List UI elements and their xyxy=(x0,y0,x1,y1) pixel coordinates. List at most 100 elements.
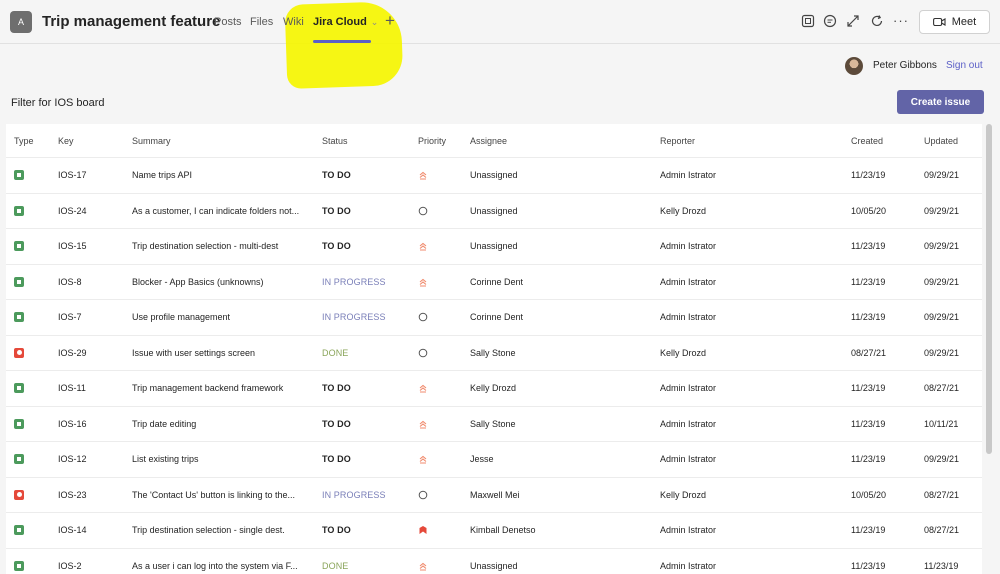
story-type-icon xyxy=(14,383,24,394)
table-row[interactable]: IOS-7 Use profile management IN PROGRESS Co… xyxy=(6,300,982,336)
issue-summary[interactable]: Trip management backend framework xyxy=(132,371,312,406)
issue-summary[interactable]: Blocker - App Basics (unknowns) xyxy=(132,265,312,300)
tab-posts[interactable]: Posts xyxy=(214,16,242,28)
table-row[interactable]: IOS-23 The 'Contact Us' button is linking… xyxy=(6,478,982,513)
table-row[interactable]: IOS-2 As a user i can log into the system… xyxy=(6,549,982,574)
issue-summary[interactable]: Name trips API xyxy=(132,158,312,193)
table-row[interactable]: IOS-15 Trip destination selection - multi… xyxy=(6,229,982,265)
issue-key[interactable]: IOS-14 xyxy=(58,513,128,548)
team-notes-icon[interactable] xyxy=(801,14,815,28)
issue-created-date: 10/05/20 xyxy=(851,205,887,216)
meet-button[interactable]: Meet xyxy=(919,10,990,34)
issue-key[interactable]: IOS-7 xyxy=(58,300,128,335)
table-row[interactable]: IOS-24 As a customer, I can indicate fold… xyxy=(6,194,982,229)
sign-out-link[interactable]: Sign out xyxy=(946,60,983,71)
issue-created-date: 11/23/19 xyxy=(851,312,886,323)
issue-key[interactable]: IOS-23 xyxy=(58,478,128,513)
status-badge: TO DO xyxy=(322,241,351,252)
issue-reporter: Admin Istrator xyxy=(660,312,717,323)
priority-none-icon xyxy=(418,300,468,335)
issue-key[interactable]: IOS-15 xyxy=(58,229,128,264)
priority-medium-icon xyxy=(418,265,468,300)
issue-reporter: Admin Istrator xyxy=(660,383,717,394)
chat-icon[interactable] xyxy=(823,14,837,28)
add-tab-icon[interactable]: + xyxy=(385,11,395,31)
issue-reporter: Admin Istrator xyxy=(660,560,717,571)
issue-key[interactable]: IOS-11 xyxy=(58,371,128,406)
bug-type-icon xyxy=(14,489,24,500)
issue-key[interactable]: IOS-8 xyxy=(58,265,128,300)
table-header-row: Type Key Summary Status Priority Assigne… xyxy=(6,124,982,158)
issue-created-date: 11/23/19 xyxy=(851,560,886,571)
status-badge: DONE xyxy=(322,560,349,571)
column-header-key[interactable]: Key xyxy=(58,124,128,157)
priority-medium-icon xyxy=(418,158,468,193)
table-row[interactable]: IOS-17 Name trips API TO DO Unassigned Admin… xyxy=(6,158,982,194)
issue-summary[interactable]: Trip destination selection - single dest… xyxy=(132,513,312,548)
table-scrollbar[interactable] xyxy=(986,124,992,454)
issue-reporter: Admin Istrator xyxy=(660,276,717,287)
status-badge: IN PROGRESS xyxy=(322,276,386,287)
table-row[interactable]: IOS-14 Trip destination selection - singl… xyxy=(6,513,982,549)
issue-assignee: Corinne Dent xyxy=(470,312,524,323)
issue-assignee: Kimball Denetso xyxy=(470,525,536,536)
more-options-icon[interactable]: ··· xyxy=(893,13,908,28)
tab-wiki[interactable]: Wiki xyxy=(283,16,304,28)
type-cell xyxy=(14,158,54,193)
column-header-status[interactable]: Status xyxy=(322,124,412,157)
issue-reporter: Admin Istrator xyxy=(660,454,717,465)
status-badge: TO DO xyxy=(322,383,351,394)
column-header-summary[interactable]: Summary xyxy=(132,124,312,157)
issue-created-date: 11/23/19 xyxy=(851,383,886,394)
table-row[interactable]: IOS-11 Trip management backend framework T… xyxy=(6,371,982,407)
issue-summary[interactable]: Trip date editing xyxy=(132,407,312,442)
issue-summary[interactable]: Use profile management xyxy=(132,300,312,335)
issue-key[interactable]: IOS-2 xyxy=(58,549,128,574)
refresh-icon[interactable] xyxy=(870,14,884,28)
issue-reporter: Admin Istrator xyxy=(660,418,717,429)
column-header-created[interactable]: Created xyxy=(851,124,921,157)
table-row[interactable]: IOS-8 Blocker - App Basics (unknowns) IN P… xyxy=(6,265,982,300)
tab-files[interactable]: Files xyxy=(250,16,273,28)
issue-key[interactable]: IOS-17 xyxy=(58,158,128,193)
column-header-priority[interactable]: Priority xyxy=(418,124,468,157)
expand-icon[interactable] xyxy=(846,14,860,28)
issue-updated-date: 08/27/21 xyxy=(924,525,960,536)
column-header-reporter[interactable]: Reporter xyxy=(660,124,840,157)
type-cell xyxy=(14,513,54,548)
type-cell xyxy=(14,371,54,406)
issue-updated-date: 09/29/21 xyxy=(924,454,960,465)
status-cell: IN PROGRESS xyxy=(322,265,412,300)
issue-summary[interactable]: The 'Contact Us' button is linking to th… xyxy=(132,478,312,513)
app-header: A Trip management feature Posts Files Wi… xyxy=(0,0,1000,89)
status-badge: TO DO xyxy=(322,525,351,536)
story-type-icon xyxy=(14,560,24,571)
chevron-down-icon[interactable]: ⌄ xyxy=(371,17,379,27)
issue-summary[interactable]: Issue with user settings screen xyxy=(132,336,312,371)
issue-summary[interactable]: As a user i can log into the system via … xyxy=(132,549,312,574)
table-row[interactable]: IOS-29 Issue with user settings screen DON… xyxy=(6,336,982,371)
column-header-updated[interactable]: Updated xyxy=(924,124,982,157)
status-cell: IN PROGRESS xyxy=(322,300,412,335)
team-avatar[interactable]: A xyxy=(10,11,32,33)
priority-medium-icon xyxy=(418,442,468,477)
create-issue-button[interactable]: Create issue xyxy=(897,90,984,114)
story-type-icon xyxy=(14,241,24,252)
table-row[interactable]: IOS-16 Trip date editing TO DO Sally Stone A… xyxy=(6,407,982,442)
issue-key[interactable]: IOS-16 xyxy=(58,407,128,442)
issue-updated-date: 09/29/21 xyxy=(924,170,960,181)
user-avatar xyxy=(845,57,863,75)
type-cell xyxy=(14,549,54,574)
column-header-assignee[interactable]: Assignee xyxy=(470,124,650,157)
issue-created-date: 11/23/19 xyxy=(851,241,886,252)
issue-key[interactable]: IOS-29 xyxy=(58,336,128,371)
issue-updated-date: 09/29/21 xyxy=(924,205,960,216)
issue-summary[interactable]: Trip destination selection - multi-dest xyxy=(132,229,312,264)
column-header-type[interactable]: Type xyxy=(14,124,54,157)
issue-summary[interactable]: List existing trips xyxy=(132,442,312,477)
table-row[interactable]: IOS-12 List existing trips TO DO Jesse Admin… xyxy=(6,442,982,478)
tab-jira-cloud[interactable]: Jira Cloud ⌄ xyxy=(313,16,378,28)
issue-summary[interactable]: As a customer, I can indicate folders no… xyxy=(132,194,312,229)
issue-key[interactable]: IOS-24 xyxy=(58,194,128,229)
issue-key[interactable]: IOS-12 xyxy=(58,442,128,477)
